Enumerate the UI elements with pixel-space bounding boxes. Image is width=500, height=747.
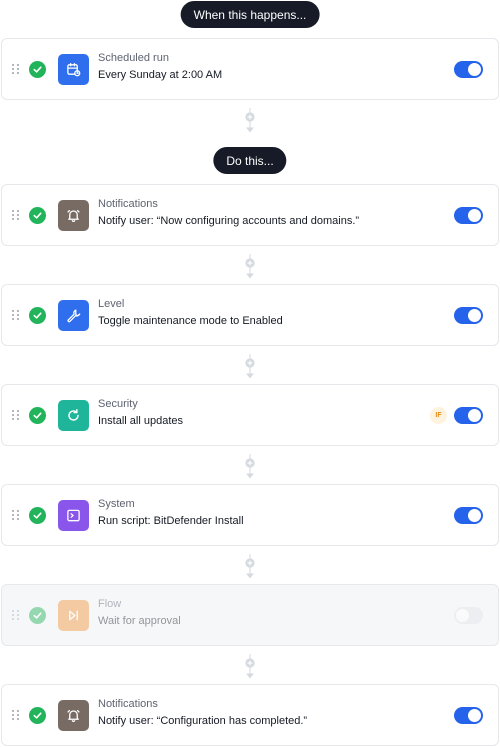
wrench-icon xyxy=(58,300,89,331)
step-description: Install all updates xyxy=(98,415,183,427)
refresh-icon xyxy=(58,400,89,431)
step-enabled-toggle[interactable] xyxy=(454,507,483,524)
skip-forward-icon xyxy=(58,600,89,631)
trigger-card[interactable]: Scheduled run Every Sunday at 2:00 AM xyxy=(1,38,499,100)
workflow-canvas: When this happens... Scheduled run Every… xyxy=(0,0,500,747)
step-description: Notify user: “Now configuring accounts a… xyxy=(98,215,360,227)
step-description: Run script: BitDefender Install xyxy=(98,515,244,527)
check-circle-icon xyxy=(29,207,46,224)
step-card-notifications[interactable]: Notifications Notify user: “Now configur… xyxy=(1,184,499,246)
check-circle-icon xyxy=(29,307,46,324)
step-enabled-toggle[interactable] xyxy=(454,607,483,624)
step-card-flow[interactable]: Flow Wait for approval xyxy=(1,584,499,646)
trigger-description: Every Sunday at 2:00 AM xyxy=(98,69,223,81)
trigger-header-pill: When this happens... xyxy=(180,1,320,28)
check-circle-icon xyxy=(29,61,46,78)
check-circle-icon xyxy=(29,407,46,424)
calendar-clock-icon xyxy=(58,54,89,85)
step-description: Wait for approval xyxy=(98,615,181,627)
bell-icon xyxy=(58,700,89,731)
trigger-label: Scheduled run xyxy=(98,52,169,64)
step-enabled-toggle[interactable] xyxy=(454,307,483,324)
check-circle-icon xyxy=(29,607,46,624)
step-label: Flow xyxy=(98,598,122,610)
step-enabled-toggle[interactable] xyxy=(454,407,483,424)
drag-handle-icon[interactable] xyxy=(12,410,20,421)
add-step-connector[interactable] xyxy=(243,354,257,379)
trigger-header-label: When this happens... xyxy=(193,7,307,22)
step-card-notifications-final[interactable]: Notifications Notify user: “Configuratio… xyxy=(1,684,499,746)
trigger-enabled-toggle[interactable] xyxy=(454,61,483,78)
step-label: System xyxy=(98,498,135,510)
step-label: Notifications xyxy=(98,198,158,210)
action-header-pill: Do this... xyxy=(213,147,287,174)
step-card-system[interactable]: System Run script: BitDefender Install xyxy=(1,484,499,546)
step-card-security[interactable]: Security Install all updates IF xyxy=(1,384,499,446)
check-circle-icon xyxy=(29,507,46,524)
step-enabled-toggle[interactable] xyxy=(454,707,483,724)
add-step-connector[interactable] xyxy=(243,554,257,579)
step-label: Level xyxy=(98,298,125,310)
bell-icon xyxy=(58,200,89,231)
add-step-connector[interactable] xyxy=(243,454,257,479)
action-header-label: Do this... xyxy=(226,153,274,168)
drag-handle-icon[interactable] xyxy=(12,510,20,521)
add-step-connector[interactable] xyxy=(243,108,257,133)
drag-handle-icon[interactable] xyxy=(12,710,20,721)
step-description: Toggle maintenance mode to Enabled xyxy=(98,315,283,327)
step-label: Notifications xyxy=(98,698,158,710)
drag-handle-icon[interactable] xyxy=(12,210,20,221)
terminal-icon xyxy=(58,500,89,531)
check-circle-icon xyxy=(29,707,46,724)
drag-handle-icon[interactable] xyxy=(12,64,20,75)
add-step-connector[interactable] xyxy=(243,254,257,279)
step-card-level[interactable]: Level Toggle maintenance mode to Enabled xyxy=(1,284,499,346)
add-step-connector[interactable] xyxy=(243,654,257,679)
step-enabled-toggle[interactable] xyxy=(454,207,483,224)
drag-handle-icon[interactable] xyxy=(12,310,20,321)
step-description: Notify user: “Configuration has complete… xyxy=(98,715,308,727)
condition-badge[interactable]: IF xyxy=(430,407,447,424)
drag-handle-icon[interactable] xyxy=(12,610,20,621)
step-label: Security xyxy=(98,398,138,410)
